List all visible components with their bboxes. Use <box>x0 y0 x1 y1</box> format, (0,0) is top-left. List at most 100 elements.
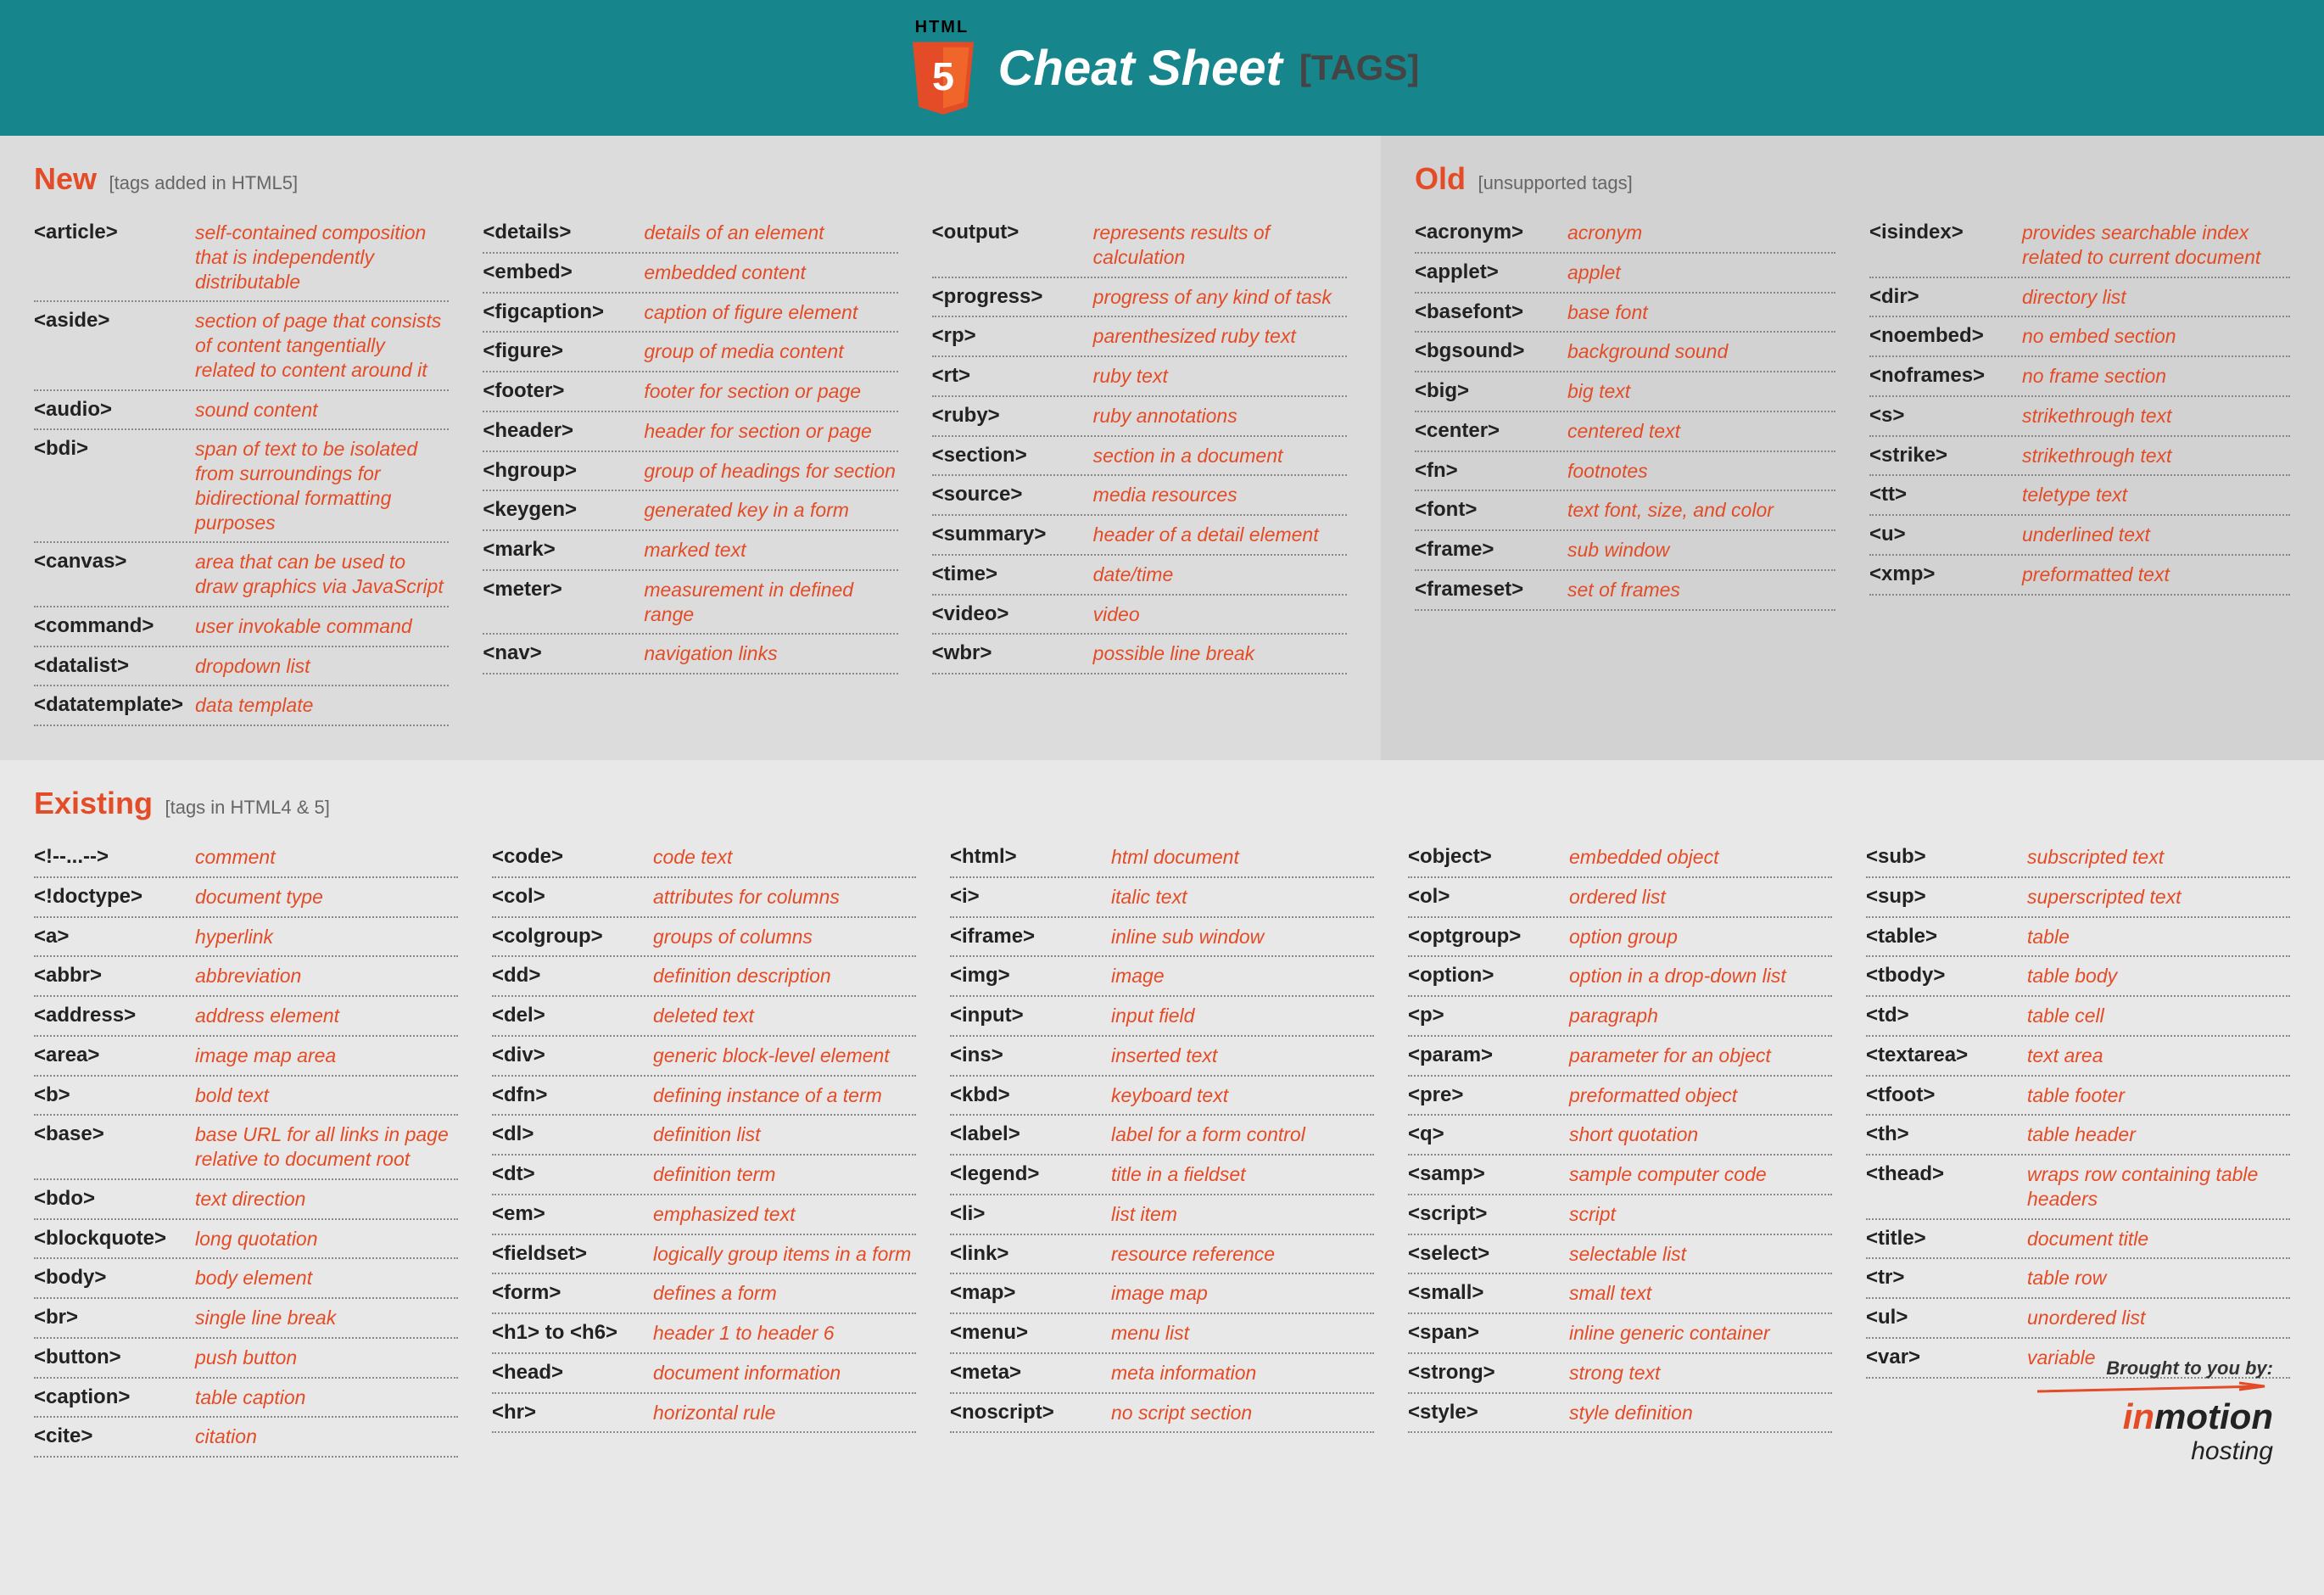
tag-entry: <font>text font, size, and color <box>1415 491 1835 531</box>
tag-desc: parenthesized ruby text <box>1093 324 1296 349</box>
tag-entry: <style>style definition <box>1408 1394 1832 1434</box>
tag-desc: label for a form control <box>1111 1122 1305 1147</box>
tag-entry: <form>defines a form <box>492 1274 916 1314</box>
brand-part-motion: motion <box>2154 1396 2273 1436</box>
tag-desc: header of a detail element <box>1093 523 1319 547</box>
tag-name: <strike> <box>1869 444 2022 467</box>
tag-desc: no script section <box>1111 1401 1252 1425</box>
tag-desc: text font, size, and color <box>1567 498 1774 523</box>
tag-desc: keyboard text <box>1111 1083 1228 1108</box>
svg-text:5: 5 <box>932 54 954 98</box>
tag-entry: <em>emphasized text <box>492 1195 916 1235</box>
tag-name: <ol> <box>1408 885 1569 909</box>
tag-name: <img> <box>950 964 1111 988</box>
tag-name: <sub> <box>1866 845 2027 869</box>
tag-desc: meta information <box>1111 1361 1256 1385</box>
tag-desc: possible line break <box>1093 641 1255 666</box>
tag-entry: <sub>subscripted text <box>1866 838 2290 878</box>
tag-desc: attributes for columns <box>653 885 840 909</box>
tag-entry: <mark>marked text <box>483 531 897 571</box>
tag-entry: <noscript>no script section <box>950 1394 1374 1434</box>
tag-entry: <ul>unordered list <box>1866 1299 2290 1339</box>
tag-name: <a> <box>34 925 195 949</box>
tag-desc: logically group items in a form <box>653 1242 911 1267</box>
tag-entry: <object>embedded object <box>1408 838 1832 878</box>
tag-desc: definition list <box>653 1122 761 1147</box>
tag-entry: <dd>definition description <box>492 957 916 997</box>
tag-desc: option group <box>1569 925 1678 949</box>
existing-columns: <!--...-->comment<!doctype>document type… <box>34 838 2290 1458</box>
tag-desc: acronym <box>1567 221 1642 245</box>
tag-desc: option in a drop-down list <box>1569 964 1786 988</box>
html5-badge-icon: HTML 5 <box>905 21 981 115</box>
tag-desc: embedded object <box>1569 845 1718 870</box>
tag-desc: section in a document <box>1093 444 1283 468</box>
tag-desc: address element <box>195 1004 339 1028</box>
tag-entry: <tfoot>table footer <box>1866 1077 2290 1116</box>
tag-name: <input> <box>950 1004 1111 1027</box>
tag-name: <figcaption> <box>483 300 644 324</box>
tag-entry: <canvas>area that can be used to draw gr… <box>34 543 449 607</box>
tag-name: <select> <box>1408 1242 1569 1266</box>
tag-desc: caption of figure element <box>644 300 858 325</box>
section-subtitle: [unsupported tags] <box>1478 172 1632 193</box>
tag-name: <body> <box>34 1266 195 1290</box>
tag-entry: <ol>ordered list <box>1408 878 1832 918</box>
tag-entry: <video>video <box>932 596 1347 635</box>
tag-entry: <body>body element <box>34 1259 458 1299</box>
tag-name: <html> <box>950 845 1111 869</box>
tag-desc: html document <box>1111 845 1239 870</box>
page-title: Cheat Sheet <box>998 40 1282 97</box>
tag-entry: <hgroup>group of headings for section <box>483 452 897 492</box>
tag-desc: header 1 to header 6 <box>653 1321 835 1346</box>
tag-desc: subscripted text <box>2027 845 2164 870</box>
tag-desc: paragraph <box>1569 1004 1658 1028</box>
tag-entry: <audio>sound content <box>34 391 449 431</box>
tag-entry: <img>image <box>950 957 1374 997</box>
tag-name: <rt> <box>932 364 1093 388</box>
tag-entry: <header>header for section or page <box>483 412 897 452</box>
tag-entry: <textarea>text area <box>1866 1037 2290 1077</box>
tag-desc: sub window <box>1567 538 1669 562</box>
tag-desc: background sound <box>1567 339 1728 364</box>
tag-desc: table footer <box>2027 1083 2125 1108</box>
tag-entry: <datatemplate>data template <box>34 686 449 726</box>
tag-name: <legend> <box>950 1162 1111 1186</box>
tag-name: <menu> <box>950 1321 1111 1345</box>
tag-name: <param> <box>1408 1044 1569 1067</box>
tag-entry: <param>parameter for an object <box>1408 1037 1832 1077</box>
tag-name: <textarea> <box>1866 1044 2027 1067</box>
tag-entry: <basefont>base font <box>1415 294 1835 333</box>
top-sections: New [tags added in HTML5] <article>self-… <box>0 136 2324 760</box>
tag-name: <table> <box>1866 925 2027 949</box>
tag-desc: comment <box>195 845 276 870</box>
tag-desc: ruby annotations <box>1093 404 1237 428</box>
tag-entry: <meter>measurement in defined range <box>483 571 897 635</box>
tag-desc: span of text to be isolated from surroun… <box>195 437 449 534</box>
tag-desc: unordered list <box>2027 1306 2145 1330</box>
tag-entry: <optgroup>option group <box>1408 918 1832 958</box>
tag-name: <pre> <box>1408 1083 1569 1107</box>
tag-entry: <strong>strong text <box>1408 1354 1832 1394</box>
tag-name: <bdo> <box>34 1187 195 1211</box>
tag-name: <wbr> <box>932 641 1093 665</box>
tag-name: <isindex> <box>1869 221 2022 244</box>
tag-name: <span> <box>1408 1321 1569 1345</box>
tag-name: <link> <box>950 1242 1111 1266</box>
tag-desc: date/time <box>1093 562 1174 587</box>
tag-name: <!doctype> <box>34 885 195 909</box>
tag-entry: <code>code text <box>492 838 916 878</box>
tag-name: <mark> <box>483 538 644 562</box>
tag-entry: <ins>inserted text <box>950 1037 1374 1077</box>
tag-entry: <button>push button <box>34 1339 458 1379</box>
old-columns: <acronym>acronym<applet>applet<basefont>… <box>1415 214 2290 611</box>
tag-name: <button> <box>34 1346 195 1369</box>
tag-name: <dd> <box>492 964 653 988</box>
tag-name: <abbr> <box>34 964 195 988</box>
tag-name: <del> <box>492 1004 653 1027</box>
tag-entry: <command>user invokable command <box>34 607 449 647</box>
tag-entry: <div>generic block-level element <box>492 1037 916 1077</box>
tag-name: <script> <box>1408 1202 1569 1226</box>
tag-desc: superscripted text <box>2027 885 2182 909</box>
tag-entry: <dfn>defining instance of a term <box>492 1077 916 1116</box>
